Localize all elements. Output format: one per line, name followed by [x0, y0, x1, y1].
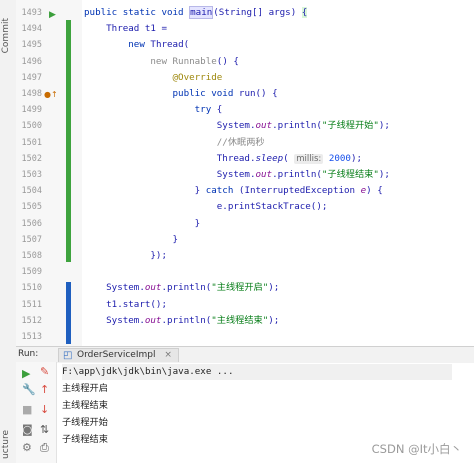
console-command: F:\app\jdk\jdk\bin\java.exe ...: [62, 364, 452, 380]
line-number: 1512: [21, 315, 42, 326]
run-tab[interactable]: ◰ OrderServiceImpl ×: [58, 348, 179, 362]
print-icon[interactable]: ⎙: [40, 442, 49, 453]
line-number: 1504: [21, 186, 42, 197]
code-text[interactable]: @Override: [84, 70, 223, 86]
stop-icon[interactable]: ■: [22, 404, 32, 415]
close-icon[interactable]: ×: [164, 350, 172, 360]
run-gutter-icon[interactable]: ▶: [49, 10, 56, 21]
line-number: 1507: [21, 234, 42, 245]
line-number: 1493: [21, 8, 42, 18]
wrench-icon[interactable]: 🔧: [22, 384, 36, 395]
code-line[interactable]: 1503 System.out.println("子线程结束");: [0, 167, 474, 183]
line-number: 1501: [21, 137, 42, 148]
code-line[interactable]: 1498 public void run() {: [0, 86, 474, 102]
code-text[interactable]: }: [84, 216, 201, 232]
line-number: 1495: [21, 40, 42, 51]
line-number: 1498: [21, 89, 42, 99]
code-line[interactable]: 1502 Thread.sleep( millis: 2000);: [0, 151, 474, 167]
code-text[interactable]: } catch (InterruptedException e) {: [84, 183, 383, 199]
camera-icon[interactable]: ◙: [22, 424, 33, 435]
console-line: 子线程开始: [62, 417, 108, 428]
code-line[interactable]: 1507 }: [0, 232, 474, 248]
code-line[interactable]: 1508 });: [0, 248, 474, 264]
app-icon: ◰: [63, 350, 73, 361]
line-number: 1496: [21, 56, 42, 67]
code-text[interactable]: });: [84, 248, 167, 264]
run-tab-label: OrderServiceImpl: [77, 350, 156, 360]
code-text[interactable]: System.out.println("子线程开始");: [84, 118, 390, 134]
code-text[interactable]: new Runnable() {: [84, 54, 239, 70]
down-arrow-icon[interactable]: ↓: [40, 404, 49, 415]
line-number: 1497: [21, 72, 42, 83]
code-line[interactable]: 1511 t1.start();: [0, 297, 474, 313]
line-number: 1503: [21, 170, 42, 180]
code-line[interactable]: 1510 System.out.println("主线程开启");: [0, 280, 474, 296]
override-gutter-icon[interactable]: ●↑: [44, 89, 58, 100]
line-number: 1499: [21, 105, 42, 116]
up-arrow-icon[interactable]: ↑: [40, 384, 49, 395]
code-text[interactable]: new Thread(: [84, 37, 189, 53]
line-number: 1510: [21, 283, 42, 294]
code-line[interactable]: 1496 new Runnable() {: [0, 54, 474, 70]
line-number: 1513: [21, 332, 42, 342]
console-line: 子线程结束: [62, 434, 108, 445]
line-number: 1506: [21, 218, 42, 229]
code-text[interactable]: System.out.println("主线程结束");: [84, 313, 279, 329]
console-line: 主线程结束: [62, 400, 108, 411]
code-text[interactable]: System.out.println("子线程结束");: [84, 167, 390, 183]
code-line[interactable]: 1493 public static void main(String[] arg…: [0, 5, 474, 21]
edit-config-icon[interactable]: ✎: [40, 366, 49, 377]
code-line[interactable]: 1513: [0, 329, 474, 345]
code-text[interactable]: System.out.println("主线程开启");: [84, 280, 279, 296]
code-line[interactable]: 1505 e.printStackTrace();: [0, 199, 474, 215]
code-text[interactable]: t1.start();: [84, 297, 167, 313]
code-text[interactable]: public void run() {: [84, 86, 278, 102]
code-text[interactable]: e.printStackTrace();: [84, 199, 328, 215]
code-text[interactable]: Thread t1 =: [84, 21, 167, 37]
code-line[interactable]: 1504 } catch (InterruptedException e) {: [0, 183, 474, 199]
watermark: CSDN @It小白丶: [371, 442, 462, 456]
code-line[interactable]: 1500 System.out.println("子线程开始");: [0, 118, 474, 134]
code-line[interactable]: 1501 //休眠两秒: [0, 135, 474, 151]
line-number: 1508: [21, 251, 42, 261]
line-number: 1502: [21, 153, 42, 164]
run-toolbar: ▶ ✎ 🔧 ↑ ■ ↓ ◙ ⇅ ⚙ ⎙: [16, 362, 57, 463]
code-text[interactable]: Thread.sleep( millis: 2000);: [84, 151, 362, 167]
sort-icon[interactable]: ⇅: [40, 424, 49, 435]
code-line[interactable]: 1499 try {: [0, 102, 474, 118]
code-line[interactable]: 1495 new Thread(: [0, 37, 474, 53]
code-text[interactable]: public static void main(String[] args) {: [84, 5, 308, 21]
code-text[interactable]: try {: [84, 102, 223, 118]
line-number: 1500: [21, 121, 42, 132]
code-line[interactable]: 1497 @Override: [0, 70, 474, 86]
console-line: 主线程开启: [62, 383, 108, 394]
settings-icon[interactable]: ⚙: [22, 442, 32, 453]
code-text[interactable]: //休眠两秒: [84, 135, 265, 151]
structure-tab[interactable]: ucture: [1, 430, 11, 459]
rerun-icon[interactable]: ▶: [22, 368, 30, 379]
code-text[interactable]: }: [84, 232, 179, 248]
line-number: 1509: [21, 267, 42, 278]
line-number: 1494: [21, 24, 42, 35]
code-line[interactable]: 1509: [0, 264, 474, 280]
code-line[interactable]: 1506 }: [0, 216, 474, 232]
run-label: Run:: [18, 349, 39, 359]
code-line[interactable]: 1494 Thread t1 =: [0, 21, 474, 37]
run-panel-header: Run: ◰ OrderServiceImpl ×: [16, 346, 474, 363]
line-number: 1505: [21, 202, 42, 213]
line-number: 1511: [21, 299, 42, 310]
code-line[interactable]: 1512 System.out.println("主线程结束");: [0, 313, 474, 329]
